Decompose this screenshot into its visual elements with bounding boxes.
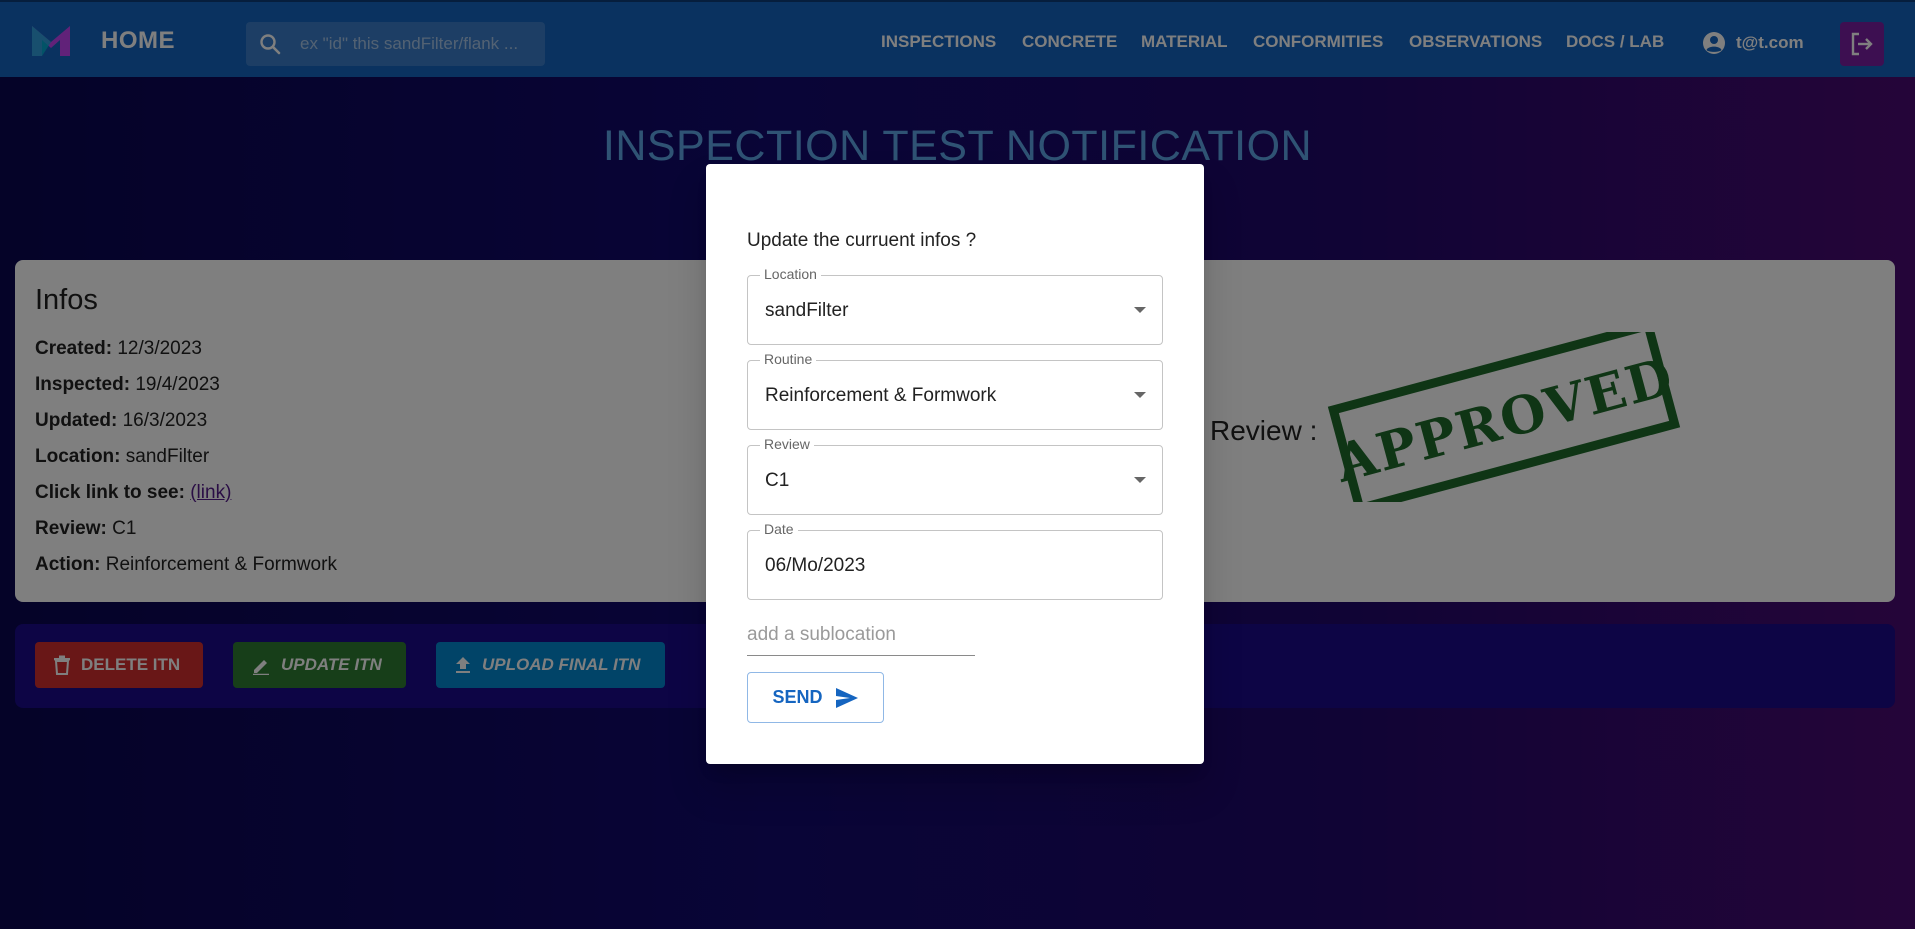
location-select-label: Location <box>760 266 821 282</box>
send-button[interactable]: SEND <box>747 672 884 723</box>
location-select[interactable]: Location sandFilter <box>747 266 1163 345</box>
date-field-label: Date <box>760 521 798 537</box>
date-field[interactable]: Date 06/Mo/2023 <box>747 521 1163 600</box>
send-icon <box>835 687 858 708</box>
chevron-down-icon <box>1134 392 1146 398</box>
review-select-label: Review <box>760 436 814 452</box>
dialog-title: Update the curruent infos ? <box>747 230 977 251</box>
chevron-down-icon <box>1134 477 1146 483</box>
update-infos-dialog: Update the curruent infos ? Location san… <box>706 164 1204 764</box>
routine-select-value: Reinforcement & Formwork <box>765 385 997 406</box>
send-label: SEND <box>772 687 823 707</box>
date-field-value[interactable]: 06/Mo/2023 <box>765 555 865 577</box>
review-select-value: C1 <box>765 470 790 491</box>
routine-select-label: Routine <box>760 351 817 367</box>
location-select-value: sandFilter <box>765 300 849 321</box>
chevron-down-icon <box>1134 307 1146 313</box>
review-select[interactable]: Review C1 <box>747 436 1163 515</box>
sublocation-input[interactable] <box>747 614 975 656</box>
routine-select[interactable]: Routine Reinforcement & Formwork <box>747 351 1163 430</box>
